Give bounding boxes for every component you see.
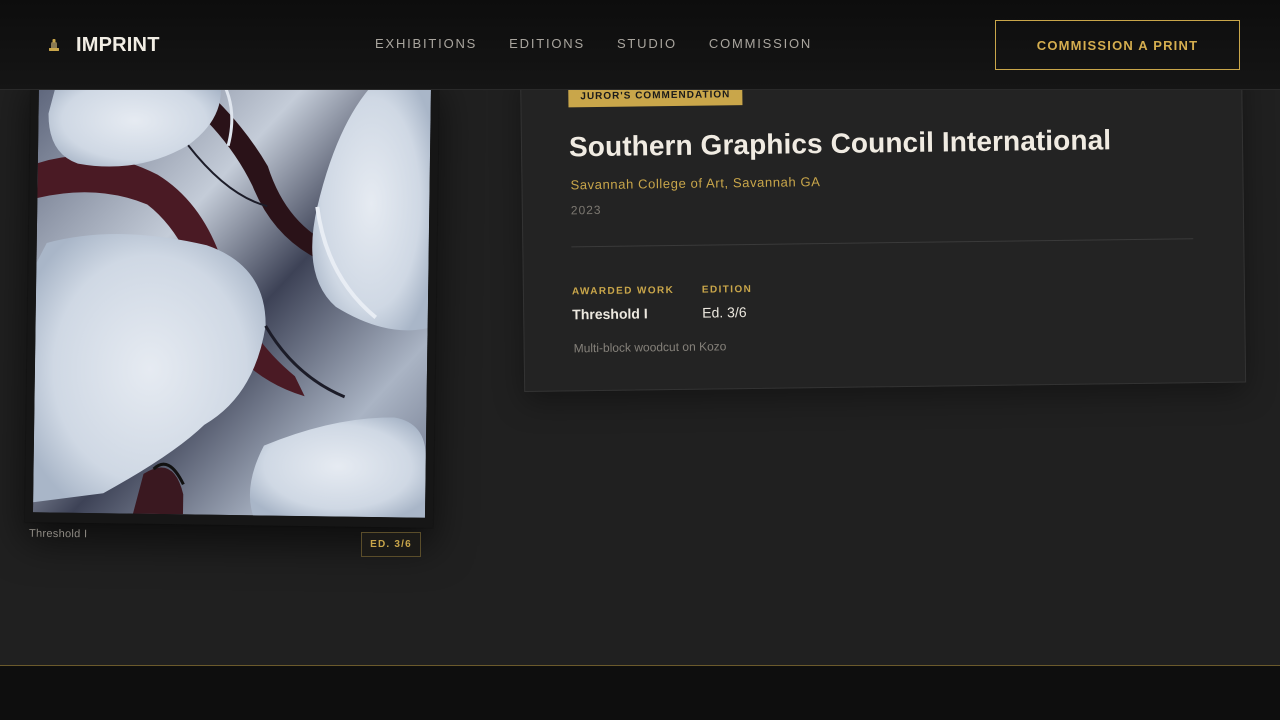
- page-footer: [0, 665, 1280, 720]
- nav-item-commission[interactable]: COMMISSION: [709, 36, 812, 51]
- commission-print-button[interactable]: COMMISSION A PRINT: [995, 20, 1240, 70]
- top-navigation-bar: IMPRINT EXHIBITIONS EDITIONS STUDIO COMM…: [0, 0, 1280, 90]
- brand-logo[interactable]: IMPRINT: [46, 30, 160, 60]
- nav-item-exhibitions[interactable]: EXHIBITIONS: [375, 36, 477, 51]
- edition-badge: ED. 3/6: [361, 532, 421, 557]
- award-year: 2023: [570, 202, 602, 218]
- main-nav: EXHIBITIONS EDITIONS STUDIO COMMISSION: [375, 36, 812, 51]
- brand-name: IMPRINT: [76, 33, 160, 56]
- award-card: JUROR'S COMMENDATION Southern Graphics C…: [520, 60, 1247, 392]
- nav-item-editions[interactable]: EDITIONS: [509, 36, 585, 51]
- artwork-print-image: [32, 73, 432, 518]
- stamp-hand-icon: [49, 39, 59, 51]
- award-venue: Savannah College of Art, Savannah GA: [570, 174, 821, 193]
- card-divider: [571, 238, 1194, 248]
- medium-description: Multi-block woodcut on Kozo: [573, 339, 727, 356]
- artwork-caption: Threshold I: [28, 527, 88, 541]
- edition-label: EDITION: [701, 283, 753, 296]
- nav-item-studio[interactable]: STUDIO: [617, 36, 677, 51]
- award-title: Southern Graphics Council International: [568, 124, 1112, 163]
- awarded-work-label: AWARDED WORK: [571, 285, 675, 298]
- artwork-image[interactable]: [24, 67, 440, 528]
- edition-value: Ed. 3/6: [702, 304, 747, 321]
- awarded-work-value: Threshold I: [572, 305, 648, 323]
